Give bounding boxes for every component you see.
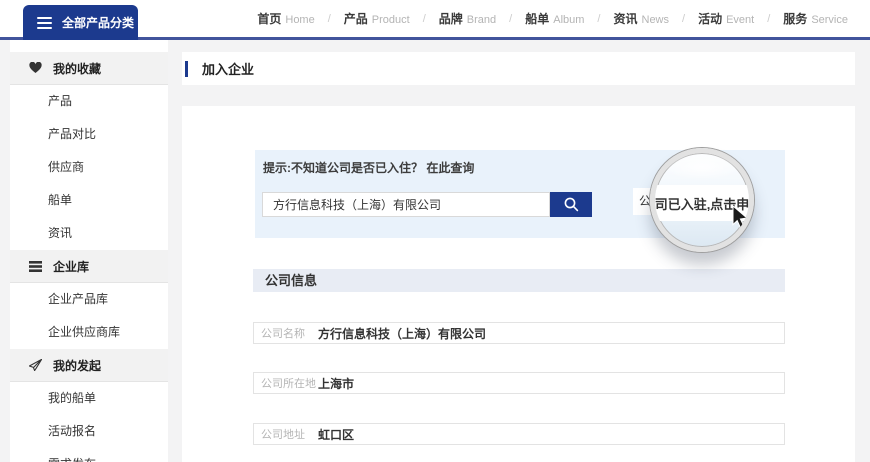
sidebar-section-header[interactable]: 我的发起 — [10, 349, 168, 382]
nav-separator: / — [767, 13, 770, 25]
sidebar-section-label: 我的发起 — [53, 357, 101, 374]
field-label: 公司名称 — [261, 325, 318, 341]
catalog-button[interactable]: 全部产品分类 — [23, 5, 138, 40]
page-root: 全部产品分类 首页 Home / 产品 Product / 品牌 Brand /… — [0, 0, 870, 462]
top-header: 全部产品分类 首页 Home / 产品 Product / 品牌 Brand /… — [0, 0, 870, 40]
nav-item-album[interactable]: 船单 Album — [525, 10, 584, 27]
company-search-input[interactable] — [262, 192, 550, 217]
sidebar-section-header[interactable]: 我的收藏 — [10, 52, 168, 85]
heart-icon — [29, 62, 43, 74]
list-icon — [29, 261, 43, 272]
sidebar-item[interactable]: 企业产品库 — [10, 283, 168, 316]
search-icon — [563, 196, 580, 213]
sidebar-item[interactable]: 产品对比 — [10, 118, 168, 151]
sidebar-section-header[interactable]: 企业库 — [10, 250, 168, 283]
nav-separator: / — [682, 13, 685, 25]
field-value: 方行信息科技（上海）有限公司 — [318, 325, 486, 342]
sidebar-item[interactable]: 企业供应商库 — [10, 316, 168, 349]
sidebar-section-label: 企业库 — [53, 258, 89, 275]
nav-item-brand[interactable]: 品牌 Brand — [439, 10, 496, 27]
search-button[interactable] — [550, 192, 592, 217]
company-field-row[interactable]: 公司所在地 上海市 — [253, 372, 785, 394]
nav-item-service[interactable]: 服务 Service — [783, 10, 848, 27]
company-info-header: 公司信息 — [253, 269, 785, 292]
catalog-button-label: 全部产品分类 — [62, 14, 134, 31]
company-field-row[interactable]: 公司名称 方行信息科技（上海）有限公司 — [253, 322, 785, 344]
field-value: 虹口区 — [318, 426, 354, 443]
hamburger-icon — [37, 17, 52, 29]
sidebar-item[interactable]: 产品 — [10, 85, 168, 118]
title-accent-bar — [185, 61, 188, 77]
magnifier-lens-overlay: 公司已入驻,点击申请 — [650, 148, 754, 252]
top-nav: 首页 Home / 产品 Product / 品牌 Brand / 船单 Alb… — [257, 0, 848, 37]
sidebar-item[interactable]: 活动报名 — [10, 415, 168, 448]
sidebar-item[interactable]: 船单 — [10, 184, 168, 217]
sidebar-item[interactable]: 供应商 — [10, 151, 168, 184]
field-label: 公司地址 — [261, 426, 318, 442]
nav-separator: / — [423, 13, 426, 25]
company-query-panel: 提示:不知道公司是否已入住？ 在此查询 公司已入驻,点击申请 公司已入驻,点击申… — [255, 150, 785, 238]
mouse-cursor-icon — [731, 205, 751, 234]
page-title: 加入企业 — [202, 59, 254, 78]
company-info-title: 公司信息 — [265, 273, 317, 288]
nav-item-home[interactable]: 首页 Home — [257, 10, 314, 27]
nav-separator: / — [597, 13, 600, 25]
sidebar: 我的收藏产品产品对比供应商船单资讯企业库企业产品库企业供应商库我的发起我的船单活… — [10, 40, 168, 462]
content-panel: 提示:不知道公司是否已入住？ 在此查询 公司已入驻,点击申请 公司已入驻,点击申… — [182, 106, 855, 462]
nav-separator: / — [509, 13, 512, 25]
lens-glare — [665, 154, 739, 180]
nav-item-event[interactable]: 活动 Event — [698, 10, 754, 27]
sidebar-item[interactable]: 我的船单 — [10, 382, 168, 415]
page-title-bar: 加入企业 — [182, 52, 855, 85]
sidebar-item[interactable]: 资讯 — [10, 217, 168, 250]
nav-item-news[interactable]: 资讯 News — [613, 10, 669, 27]
nav-item-product[interactable]: 产品 Product — [344, 10, 410, 27]
field-label: 公司所在地 — [261, 375, 318, 391]
company-field-row[interactable]: 公司地址 虹口区 — [253, 423, 785, 445]
sidebar-section-label: 我的收藏 — [53, 60, 101, 77]
field-value: 上海市 — [318, 375, 354, 392]
sidebar-item[interactable]: 需求发布 — [10, 448, 168, 462]
nav-separator: / — [328, 13, 331, 25]
send-icon — [29, 359, 43, 371]
query-tip: 提示:不知道公司是否已入住？ 在此查询 — [263, 159, 474, 176]
